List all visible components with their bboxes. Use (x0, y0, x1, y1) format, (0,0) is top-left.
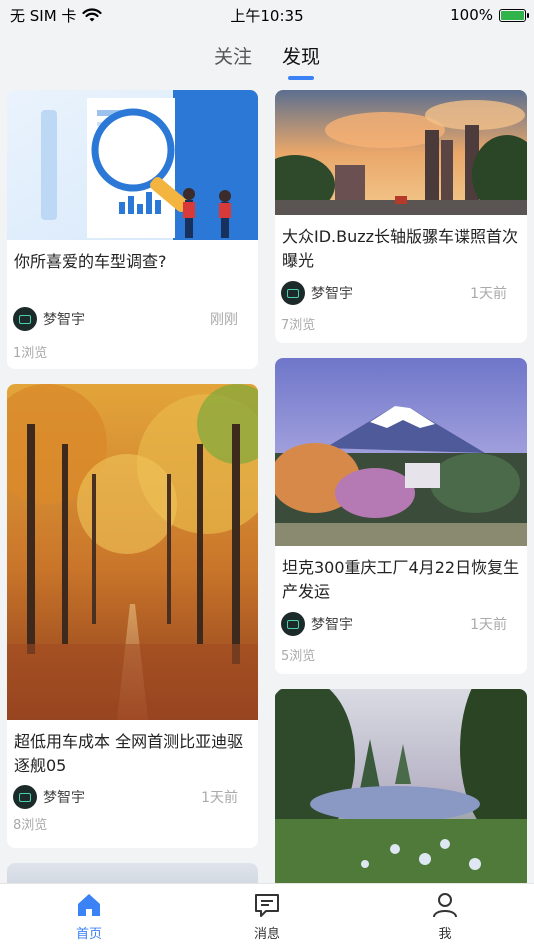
article-title: 大众ID.Buzz长轴版骡车谍照首次曝光 (282, 227, 519, 270)
article-card[interactable]: 坦克300重庆工厂4月22日恢复生产发运 梦智宇 1天前 5浏览 (275, 358, 527, 674)
person-icon (433, 893, 457, 918)
home-icon (78, 894, 100, 916)
article-meta: 梦智宇 刚刚 (7, 307, 258, 331)
wifi-icon (82, 7, 103, 21)
message-icon (255, 894, 279, 917)
post-time: 1天前 (201, 790, 238, 806)
article-meta: 梦智宇 1天前 (275, 281, 527, 305)
battery-charging-icon (499, 8, 529, 22)
article-card[interactable]: 大众ID.Buzz长轴版骡车谍照首次曝光 梦智宇 1天前 7浏览 (275, 90, 527, 343)
nav-label: 消息 (253, 927, 280, 942)
nav-label: 首页 (75, 927, 102, 942)
article-image (7, 863, 258, 883)
status-bar: 无 SIM 卡 上午10:35 100% (0, 0, 534, 30)
author-name: 梦智宇 (43, 790, 85, 806)
tab-follow[interactable]: 关注 (214, 36, 252, 84)
article-card[interactable]: 你所喜爱的车型调查? 梦智宇 刚刚 1浏览 (7, 90, 258, 369)
nav-label: 我 (438, 927, 452, 942)
tab-indicator (288, 76, 314, 80)
author-name: 梦智宇 (311, 617, 353, 633)
clock: 上午10:35 (230, 6, 304, 25)
feed[interactable]: 你所喜爱的车型调查? 梦智宇 刚刚 1浏览 超低用车成本 全网首测比亚迪驱逐舰0… (0, 88, 534, 883)
avatar (281, 612, 305, 636)
article-card[interactable] (275, 689, 527, 883)
nav-home[interactable]: 首页 (0, 884, 178, 950)
view-count: 8浏览 (13, 818, 48, 833)
view-count: 7浏览 (281, 318, 316, 333)
article-meta: 梦智宇 1天前 (275, 612, 527, 636)
article-title: 超低用车成本 全网首测比亚迪驱逐舰05 (14, 732, 244, 775)
post-time: 1天前 (470, 617, 507, 633)
avatar (13, 307, 37, 331)
avatar (281, 281, 305, 305)
article-image (275, 358, 527, 546)
tab-discover[interactable]: 发现 (282, 36, 320, 84)
article-card[interactable] (7, 863, 258, 883)
battery-percent: 100% (450, 6, 493, 24)
article-card[interactable]: 超低用车成本 全网首测比亚迪驱逐舰05 梦智宇 1天前 8浏览 (7, 384, 258, 848)
top-tabs: 关注 发现 (0, 36, 534, 84)
view-count: 1浏览 (13, 346, 48, 361)
carrier-label: 无 SIM 卡 (10, 6, 77, 25)
bottom-nav: 首页 消息 我 (0, 883, 534, 950)
author-name: 梦智宇 (311, 286, 353, 302)
post-time: 刚刚 (210, 312, 238, 328)
post-time: 1天前 (470, 286, 507, 302)
article-image (7, 90, 258, 240)
article-title: 坦克300重庆工厂4月22日恢复生产发运 (282, 558, 520, 601)
view-count: 5浏览 (281, 649, 316, 664)
avatar (13, 785, 37, 809)
nav-messages[interactable]: 消息 (178, 884, 356, 950)
article-image (7, 384, 258, 720)
article-meta: 梦智宇 1天前 (7, 785, 258, 809)
article-title: 你所喜爱的车型调查? (14, 252, 167, 271)
author-name: 梦智宇 (43, 312, 85, 328)
article-image (275, 90, 527, 215)
article-image (275, 689, 527, 883)
nav-me[interactable]: 我 (356, 884, 534, 950)
